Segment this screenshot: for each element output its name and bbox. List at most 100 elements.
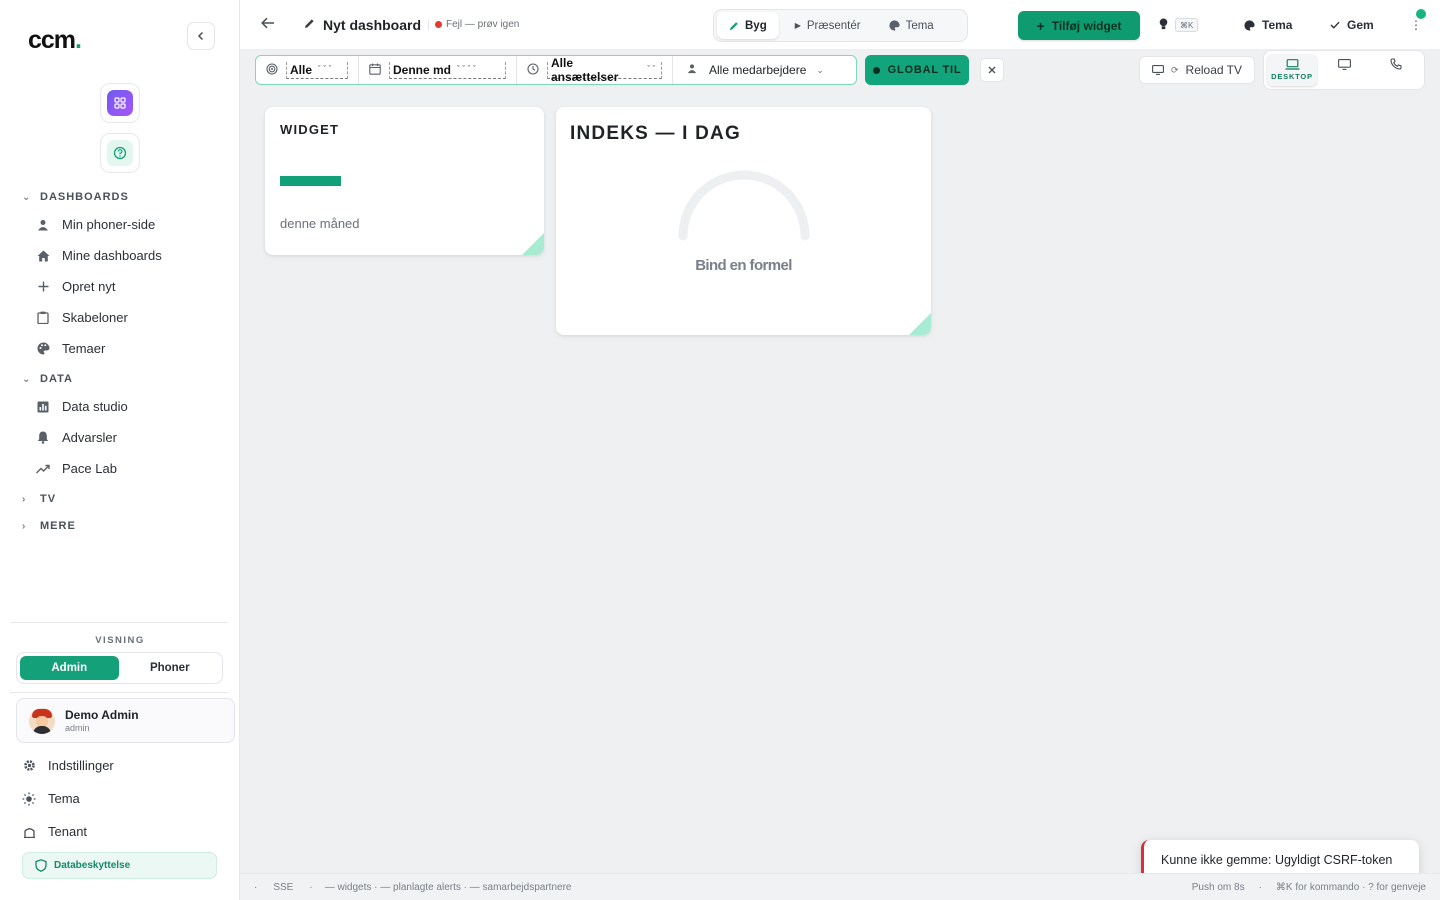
settings-link[interactable]: Indstillinger (22, 758, 114, 773)
plus-icon (36, 280, 50, 294)
mode-tabs: Byg ▶ Præsentér Tema (713, 9, 968, 42)
target-icon (266, 62, 278, 78)
resize-handle[interactable] (909, 313, 931, 335)
sse-status: SSE (273, 881, 294, 893)
nav-item-temaer[interactable]: Temaer (36, 341, 105, 356)
device-phone[interactable] (1371, 54, 1421, 86)
refresh-icon: ⟳ (1170, 64, 1179, 75)
divider (10, 692, 228, 693)
bell-icon (36, 431, 50, 445)
scope-select[interactable]: Alle ˇˇˇ (286, 61, 348, 79)
widget-subtitle: denne måned (280, 216, 360, 231)
save-button[interactable]: Gem (1330, 18, 1374, 32)
employment-select[interactable]: Alle ansættelser ˇˇ (547, 56, 662, 84)
bind-formula-hint[interactable]: Bind en formel (556, 257, 931, 274)
play-icon: ▶ (794, 21, 801, 30)
visning-label: VISNING (95, 635, 145, 646)
help-icon (107, 140, 133, 166)
palette-icon (889, 20, 900, 31)
chevron-right-icon: › (22, 520, 27, 532)
lightbulb-icon[interactable] (1159, 18, 1168, 33)
nav-item-min-phoner-side[interactable]: Min phoner-side (36, 217, 155, 232)
resize-handle[interactable] (522, 233, 544, 255)
tab-byg[interactable]: Byg (717, 12, 779, 39)
shield-icon (35, 859, 47, 872)
clock-icon (527, 62, 539, 78)
theme-button[interactable]: Tema (1244, 18, 1292, 32)
user-card[interactable]: Demo Admin admin (16, 698, 235, 743)
pencil-icon (304, 18, 315, 32)
user-icon (36, 218, 50, 232)
section-dashboards[interactable]: ⌄ DASHBOARDS (22, 191, 129, 203)
gear-icon (22, 759, 36, 772)
sun-icon (22, 792, 36, 806)
employees-filter[interactable]: Alle medarbejdere ⌄ (673, 56, 834, 84)
help-tile[interactable] (100, 133, 140, 173)
collapse-sidebar-button[interactable] (187, 22, 215, 50)
topbar: Nyt dashboard Fejl — prøv igen Byg ▶ Præ… (240, 0, 1440, 50)
nav-item-mine-dashboards[interactable]: Mine dashboards (36, 248, 162, 263)
view-mode-phoner[interactable]: Phoner (121, 656, 220, 680)
view-mode-admin[interactable]: Admin (20, 656, 119, 680)
grid-icon (107, 90, 133, 116)
employment-filter[interactable]: Alle ansættelser ˇˇ (517, 56, 673, 84)
section-mere[interactable]: › MERE (22, 520, 76, 532)
data-protection-badge[interactable]: Databeskyttelse (22, 852, 217, 879)
building-icon (22, 826, 36, 838)
bar-chart-icon (36, 400, 50, 414)
device-desktop[interactable]: DESKTOP (1267, 54, 1317, 86)
nav-item-skabeloner[interactable]: Skabeloner (36, 310, 128, 325)
global-toggle-button[interactable]: GLOBAL TIL (865, 55, 969, 85)
period-select[interactable]: Denne md ˇˇˇˇ (389, 61, 506, 79)
widget-value-placeholder (280, 176, 341, 186)
plus-icon: + (1036, 17, 1045, 34)
device-tv[interactable] (1319, 54, 1369, 86)
clipboard-icon (36, 311, 50, 325)
trending-up-icon (36, 462, 50, 476)
chevron-right-icon: › (22, 493, 27, 505)
nav-item-data-studio[interactable]: Data studio (36, 399, 128, 414)
user-name: Demo Admin (65, 708, 139, 722)
tab-praesenter[interactable]: ▶ Præsentér (783, 12, 873, 39)
chevron-down-icon: ⌄ (816, 64, 824, 75)
chevron-down-icon: ⌄ (22, 191, 32, 203)
theme-link[interactable]: Tema (22, 791, 80, 806)
scope-filter[interactable]: Alle ˇˇˇ (256, 56, 359, 84)
gauge-icon (678, 170, 810, 241)
index-widget-card[interactable]: INDEKS — I DAG Bind en formel (556, 107, 931, 335)
section-data[interactable]: ⌄ DATA (22, 373, 73, 385)
keyboard-hints: ⌘K for kommando · ? for genveje (1275, 881, 1426, 893)
divider (10, 622, 228, 623)
nav-item-advarsler[interactable]: Advarsler (36, 430, 117, 445)
more-vertical-icon[interactable]: ⋮ (1410, 18, 1422, 32)
tenant-link[interactable]: Tenant (22, 824, 87, 839)
period-filter[interactable]: Denne md ˇˇˇˇ (359, 56, 517, 84)
section-tv[interactable]: › TV (22, 493, 56, 505)
reload-tv-button[interactable]: ⟳ Reload TV (1139, 56, 1255, 84)
nav-item-opret-nyt[interactable]: Opret nyt (36, 279, 115, 294)
apps-tile[interactable] (100, 83, 140, 123)
monitor-icon (1152, 65, 1164, 75)
widget-card[interactable]: WIDGET denne måned (265, 107, 544, 255)
tab-tema[interactable]: Tema (877, 12, 946, 39)
add-widget-button[interactable]: + Tilføj widget (1018, 11, 1140, 40)
save-status[interactable]: Fejl — prøv igen (428, 19, 519, 30)
palette-icon (1244, 19, 1255, 31)
palette-icon (36, 342, 50, 356)
command-shortcut-badge[interactable]: ⌘K (1175, 18, 1199, 32)
chevron-down-icon: ⌄ (22, 373, 32, 385)
avatar (29, 707, 55, 734)
user-icon (687, 63, 697, 77)
home-icon (36, 249, 50, 263)
nav-item-pace-lab[interactable]: Pace Lab (36, 461, 117, 476)
logo[interactable]: ccm. (28, 26, 82, 55)
global-filter-bar: Alle ˇˇˇ Denne md ˇˇˇˇ Alle ansættelser ˇˇ … (255, 55, 857, 85)
sidebar: ccm. ⌄ DASHBOARDS Min phoner-side Mine d… (0, 0, 240, 900)
dashboard-title[interactable]: Nyt dashboard (304, 17, 421, 33)
check-icon (1330, 21, 1340, 29)
view-mode-toggle: Admin Phoner (16, 652, 223, 684)
clear-filters-button[interactable] (980, 58, 1004, 82)
back-arrow-icon[interactable] (261, 16, 275, 34)
user-role: admin (65, 723, 90, 733)
footer-counts: — widgets · — planlagte alerts · — samar… (324, 881, 572, 893)
